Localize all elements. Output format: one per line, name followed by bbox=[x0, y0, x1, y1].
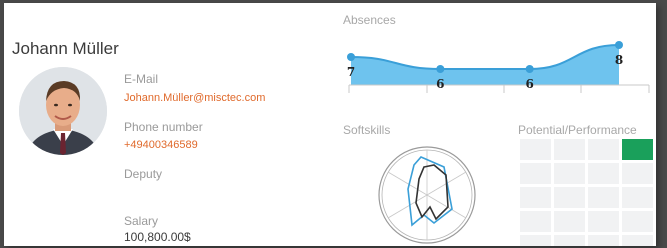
absences-value-label: 6 bbox=[525, 77, 533, 91]
radar-spokes bbox=[387, 150, 467, 240]
deputy-label: Deputy bbox=[124, 167, 163, 181]
performance-cell bbox=[554, 163, 585, 184]
absences-area bbox=[351, 45, 619, 85]
absences-value-label: 7 bbox=[347, 65, 355, 79]
email-label: E-Mail bbox=[124, 72, 159, 86]
absences-value-label: 6 bbox=[436, 77, 444, 91]
phone-label: Phone number bbox=[124, 120, 203, 134]
performance-cell bbox=[622, 187, 653, 208]
email-link[interactable]: Johann.Müller@misctec.com bbox=[124, 92, 265, 104]
performance-cell bbox=[520, 163, 551, 184]
softskills-radar bbox=[378, 146, 476, 244]
radar-profile-series bbox=[407, 156, 453, 227]
performance-cell bbox=[520, 211, 551, 232]
absences-point bbox=[525, 65, 534, 73]
performance-cell bbox=[520, 187, 551, 208]
performance-cell bbox=[622, 211, 653, 232]
absences-title: Absences bbox=[343, 13, 396, 27]
absences-chart: 7 6 6 8 bbox=[347, 41, 650, 93]
performance-cell bbox=[554, 235, 585, 246]
absences-point bbox=[615, 41, 623, 49]
performance-cell bbox=[554, 187, 585, 208]
performance-cell bbox=[622, 235, 653, 246]
performance-cell-active bbox=[622, 139, 653, 160]
salary-label: Salary bbox=[124, 214, 159, 228]
performance-cell bbox=[520, 139, 551, 160]
absences-point bbox=[347, 53, 355, 61]
employee-name: Johann Müller bbox=[12, 39, 119, 58]
performance-cell bbox=[554, 211, 585, 232]
performance-cell bbox=[622, 163, 653, 184]
absences-point bbox=[436, 65, 445, 73]
performance-grid bbox=[520, 139, 653, 246]
salary-value: 100,800.00$ bbox=[124, 230, 191, 244]
performance-cell bbox=[588, 187, 619, 208]
softskills-title: Softskills bbox=[343, 123, 391, 137]
phone-link[interactable]: +49400346589 bbox=[124, 139, 198, 151]
performance-cell bbox=[588, 211, 619, 232]
avatar bbox=[19, 67, 107, 155]
performance-cell bbox=[554, 139, 585, 160]
performance-cell bbox=[588, 235, 619, 246]
performance-title: Potential/Performance bbox=[518, 123, 637, 137]
performance-cell bbox=[520, 235, 551, 246]
performance-cell bbox=[588, 139, 619, 160]
absences-value-label: 8 bbox=[615, 53, 623, 67]
performance-cell bbox=[588, 163, 619, 184]
avatar-portrait bbox=[19, 67, 107, 155]
employee-card: Johann Müller E-Mail Johann.Müller@misct… bbox=[4, 3, 656, 246]
